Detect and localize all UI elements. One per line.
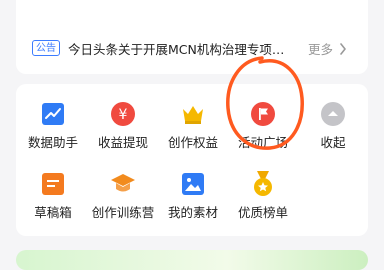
tool-label: 收起 — [320, 135, 346, 150]
creator-tools-card: 数据助手 ¥ 收益提现 创作权益 活动广场 收起 草稿箱 创作训练营 我的素材 … — [16, 84, 368, 236]
chevron-right-icon — [339, 42, 347, 58]
tool-label: 数据助手 — [27, 135, 78, 150]
tool-label: 收益提现 — [97, 135, 148, 150]
tool-drafts[interactable]: 草稿箱 — [18, 171, 88, 231]
tool-label: 活动广场 — [237, 135, 288, 150]
chart-icon — [40, 101, 66, 127]
draft-icon — [40, 171, 66, 197]
notice-row[interactable]: 公告 今日头条关于开展MCN机构治理专项… 更多 — [16, 36, 368, 60]
tool-label: 我的素材 — [167, 205, 218, 220]
flag-icon — [250, 101, 276, 127]
tool-creator-benefits[interactable]: 创作权益 — [158, 101, 228, 161]
tool-label: 优质榜单 — [237, 205, 288, 220]
graduation-cap-icon — [110, 171, 136, 197]
crown-icon — [180, 101, 206, 127]
medal-icon — [250, 171, 276, 197]
notice-more-label: 更多 — [308, 41, 334, 57]
collapse-up-icon — [320, 101, 346, 127]
tool-activity-square[interactable]: 活动广场 — [228, 101, 298, 161]
tool-creator-bootcamp[interactable]: 创作训练营 — [88, 171, 158, 231]
stats-card: 公告 今日头条关于开展MCN机构治理专项… 更多 — [16, 0, 368, 74]
promo-banner[interactable] — [16, 250, 368, 270]
tool-quality-rankings[interactable]: 优质榜单 — [228, 171, 298, 231]
notice-text[interactable]: 今日头条关于开展MCN机构治理专项… — [68, 39, 304, 58]
tool-label: 创作权益 — [167, 135, 218, 150]
tool-label: 草稿箱 — [34, 205, 72, 220]
yen-icon: ¥ — [110, 101, 136, 127]
tool-data-assistant[interactable]: 数据助手 — [18, 101, 88, 161]
image-icon — [180, 171, 206, 197]
tool-label: 创作训练营 — [91, 205, 155, 220]
notice-more-link[interactable]: 更多 — [308, 39, 347, 58]
notice-badge: 公告 — [32, 40, 60, 56]
svg-text:¥: ¥ — [119, 107, 128, 123]
tool-my-materials[interactable]: 我的素材 — [158, 171, 228, 231]
tool-collapse[interactable]: 收起 — [298, 101, 368, 161]
tool-earnings-withdraw[interactable]: ¥ 收益提现 — [88, 101, 158, 161]
